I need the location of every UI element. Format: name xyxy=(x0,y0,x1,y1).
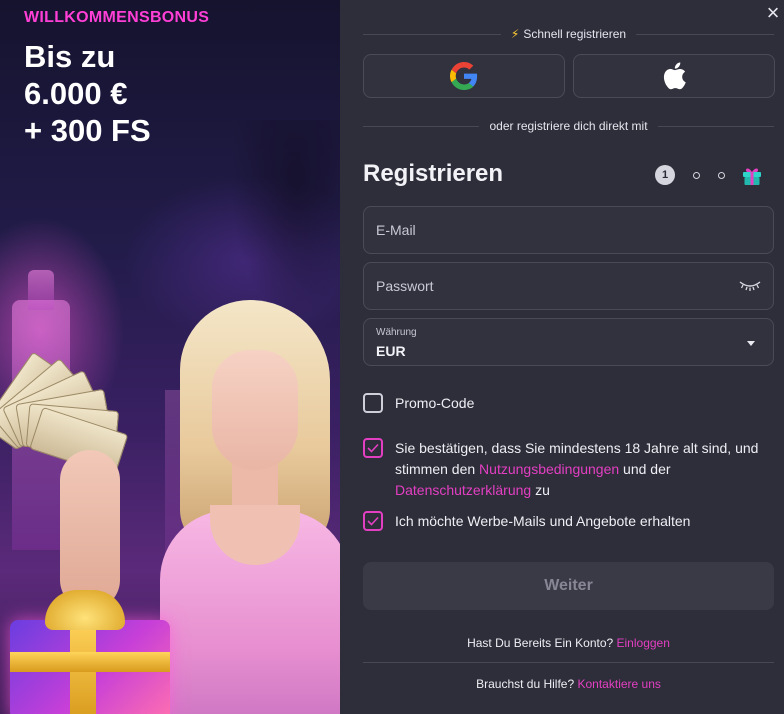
terms-text: Sie bestätigen, dass Sie mindestens 18 J… xyxy=(395,440,759,498)
password-field[interactable] xyxy=(363,262,774,310)
bonus-headline: Bis zu 6.000 € + 300 FS xyxy=(24,38,151,149)
palm-silhouette xyxy=(230,120,340,320)
promo-banner: WILLKOMMENSBONUS Bis zu 6.000 € + 300 FS xyxy=(0,0,340,714)
marketing-row: Ich möchte Werbe-Mails und Angebote erha… xyxy=(363,511,690,532)
currency-value: EUR xyxy=(376,343,406,359)
google-icon xyxy=(450,62,478,90)
step-dot xyxy=(693,171,700,179)
password-input[interactable] xyxy=(376,263,726,309)
headline-line: 6.000 € xyxy=(24,76,128,111)
quick-register-label: Schnell registrieren xyxy=(523,27,627,41)
email-field[interactable] xyxy=(363,206,774,254)
step-indicator: 1 xyxy=(655,164,763,186)
step-dot xyxy=(718,171,725,179)
apple-signup-button[interactable] xyxy=(573,54,775,98)
gift-icon xyxy=(743,168,761,185)
quick-register-divider: ⚡ Schnell registrieren xyxy=(363,24,774,44)
lightning-icon: ⚡ xyxy=(510,27,520,41)
divider xyxy=(363,662,774,663)
continue-button[interactable]: Weiter xyxy=(363,562,774,610)
login-prompt: Hast Du Bereits Ein Konto? Einloggen xyxy=(467,636,670,650)
bonus-badge: WILLKOMMENSBONUS xyxy=(24,9,210,26)
page-title: Registrieren xyxy=(363,160,504,187)
caret-down-icon xyxy=(747,341,755,346)
help-prompt: Brauchst du Hilfe? Kontaktiere uns xyxy=(476,677,661,691)
marketing-checkbox[interactable] xyxy=(363,511,383,531)
close-icon[interactable]: × xyxy=(764,2,782,24)
apple-icon xyxy=(663,62,686,90)
promo-code-label[interactable]: Promo-Code xyxy=(395,393,474,414)
terms-checkbox[interactable] xyxy=(363,438,383,458)
eye-closed-icon[interactable] xyxy=(739,279,761,293)
checkmark-icon xyxy=(367,516,379,526)
step-current: 1 xyxy=(655,165,675,185)
promo-code-row: Promo-Code xyxy=(363,393,474,414)
arm-illustration xyxy=(60,450,120,610)
neon-building-top xyxy=(28,270,54,310)
currency-label: Währung xyxy=(376,327,417,338)
promo-code-checkbox[interactable] xyxy=(363,393,383,413)
registration-panel: × ⚡ Schnell registrieren oder registrier… xyxy=(340,0,784,714)
terms-row: Sie bestätigen, dass Sie mindestens 18 J… xyxy=(363,438,763,501)
contact-link[interactable]: Kontaktiere uns xyxy=(578,677,661,691)
login-link[interactable]: Einloggen xyxy=(617,636,670,650)
gift-box-image xyxy=(0,590,185,714)
terms-link[interactable]: Nutzungsbedingungen xyxy=(479,461,619,477)
email-input[interactable] xyxy=(376,207,726,253)
checkmark-icon xyxy=(367,443,379,453)
direct-register-divider: oder registriere dich direkt mit xyxy=(363,116,774,136)
direct-register-label: oder registriere dich direkt mit xyxy=(489,119,648,133)
currency-select[interactable]: Währung EUR xyxy=(363,318,774,366)
headline-line: + 300 FS xyxy=(24,113,151,148)
privacy-link[interactable]: Datenschutzerklärung xyxy=(395,482,531,498)
google-signup-button[interactable] xyxy=(363,54,565,98)
headline-line: Bis zu xyxy=(24,39,116,74)
marketing-label[interactable]: Ich möchte Werbe-Mails und Angebote erha… xyxy=(395,511,690,532)
